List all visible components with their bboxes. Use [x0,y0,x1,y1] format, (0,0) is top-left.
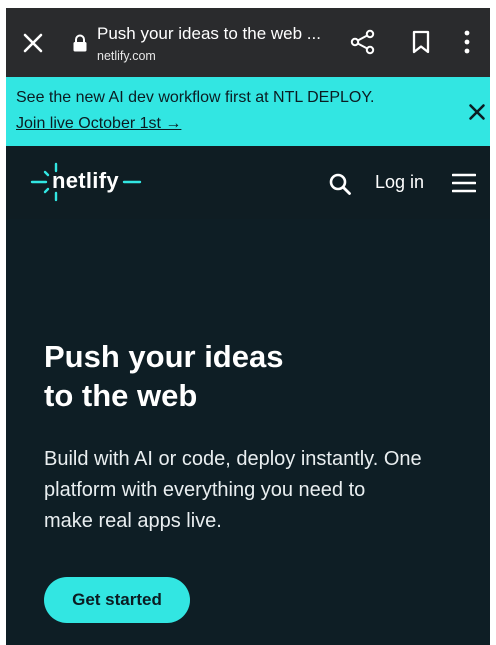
banner-message: See the new AI dev workflow first at NTL… [16,89,375,106]
close-icon[interactable] [468,103,486,121]
hero-headline-line2: to the web [44,378,198,413]
close-icon[interactable] [20,30,46,56]
hero-headline-line1: Push your ideas [44,339,284,374]
search-icon[interactable] [328,172,352,196]
site-header: netlify Log in [6,146,490,219]
bookmark-icon[interactable] [409,29,433,55]
hero-headline: Push your ideas to the web [44,337,444,415]
hamburger-menu-icon[interactable] [452,172,476,194]
lock-icon [73,34,87,52]
page-title[interactable]: Push your ideas to the web ... [97,24,337,44]
banner-link[interactable]: Join live October 1st → [16,115,181,133]
browser-window: Push your ideas to the web ... netlify.c… [6,8,490,645]
browser-toolbar: Push your ideas to the web ... netlify.c… [6,8,490,77]
announcement-banner: See the new AI dev workflow first at NTL… [6,77,490,146]
get-started-button[interactable]: Get started [44,577,190,623]
more-vertical-icon[interactable] [461,29,473,55]
share-icon[interactable] [349,28,377,56]
hero-description-line1: Build with AI or code, deploy instantly.… [44,448,422,470]
hero-description-line3: make real apps live. [44,510,222,532]
hero-description: Build with AI or code, deploy instantly.… [44,444,474,537]
login-link[interactable]: Log in [375,172,424,193]
hero-description-line2: platform with everything you need to [44,479,366,501]
page-domain[interactable]: netlify.com [97,49,156,63]
hero-section: Push your ideas to the web Build with AI… [6,219,490,645]
logo-wordmark[interactable]: netlify [52,168,119,194]
